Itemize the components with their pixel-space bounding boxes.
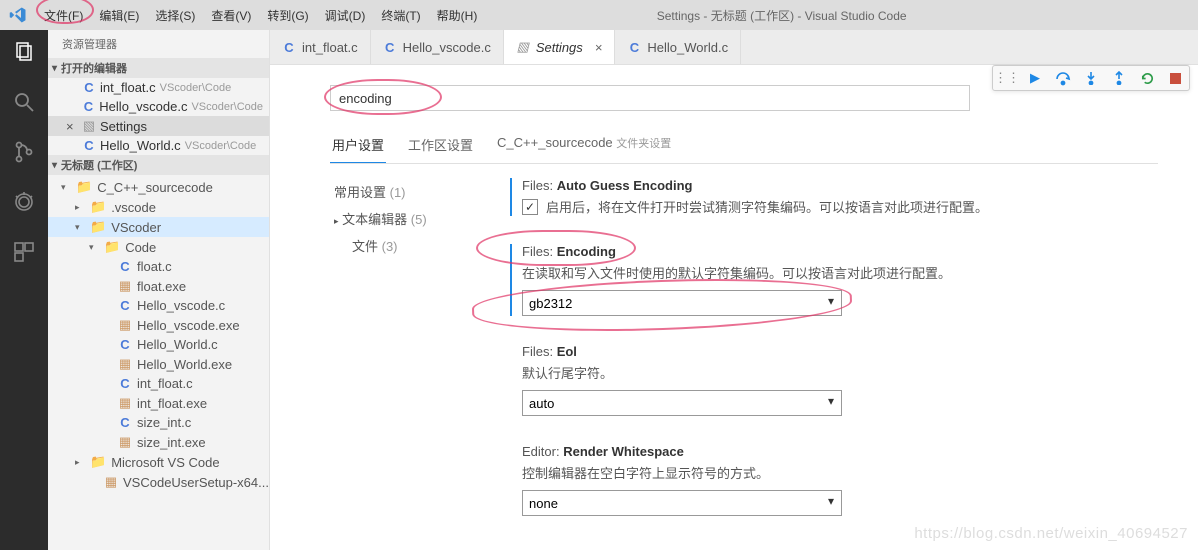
tree-row[interactable]: ▦int_float.exe bbox=[48, 393, 269, 413]
c-file-icon: C bbox=[82, 80, 96, 95]
open-editor-row[interactable]: ×Cint_float.c VScoder\Code bbox=[48, 78, 269, 97]
tree-row[interactable]: ▦Hello_vscode.exe bbox=[48, 315, 269, 335]
debug-icon[interactable] bbox=[10, 188, 38, 216]
search-icon[interactable] bbox=[10, 88, 38, 116]
open-editors-header[interactable]: ▾打开的编辑器 bbox=[48, 58, 269, 78]
folder-icon: 📁 bbox=[76, 179, 92, 195]
editor-tab[interactable]: CHello_vscode.c bbox=[371, 30, 504, 64]
tree-row[interactable]: ▦Hello_World.exe bbox=[48, 354, 269, 374]
editor-tab[interactable]: Cint_float.c bbox=[270, 30, 371, 64]
restart-icon[interactable] bbox=[1139, 70, 1155, 86]
menu-item[interactable]: 文件(F) bbox=[36, 0, 91, 30]
tree-row[interactable]: Cint_float.c bbox=[48, 374, 269, 393]
checkbox[interactable]: ✓ bbox=[522, 199, 538, 215]
stop-icon[interactable] bbox=[1167, 70, 1183, 86]
continue-icon[interactable]: ▶ bbox=[1027, 70, 1043, 86]
exe-file-icon: ▦ bbox=[118, 434, 132, 450]
setting-render-whitespace: Editor: Render Whitespace 控制编辑器在空白字符上显示符… bbox=[510, 444, 1158, 516]
tree-row[interactable]: ▸📁.vscode bbox=[48, 197, 269, 217]
settings-nav-item[interactable]: 常用设置 (1) bbox=[330, 178, 480, 205]
window-title: Settings - 无标题 (工作区) - Visual Studio Cod… bbox=[485, 7, 1078, 24]
tree-row[interactable]: ▾📁VScoder bbox=[48, 217, 269, 237]
editor-tabs: Cint_float.cCHello_vscode.c▧Settings×CHe… bbox=[270, 30, 1198, 65]
close-icon[interactable]: × bbox=[589, 40, 603, 55]
settings-file-icon: ▧ bbox=[516, 39, 530, 55]
folder-icon: 📁 bbox=[104, 239, 120, 255]
editor-area: Cint_float.cCHello_vscode.c▧Settings×CHe… bbox=[270, 30, 1198, 550]
encoding-select[interactable]: gb2312 bbox=[522, 290, 842, 316]
settings-scope-tabs: 用户设置 工作区设置 C_C++_sourcecode 文件夹设置 bbox=[330, 135, 1158, 164]
menu-item[interactable]: 选择(S) bbox=[147, 0, 203, 30]
tree-row[interactable]: ▾📁Code bbox=[48, 237, 269, 257]
exe-file-icon: ▦ bbox=[118, 356, 132, 372]
settings-file-icon: ▧ bbox=[82, 118, 96, 134]
c-file-icon: C bbox=[82, 99, 96, 114]
render-whitespace-select[interactable]: none bbox=[522, 490, 842, 516]
title-bar: 文件(F)编辑(E)选择(S)查看(V)转到(G)调试(D)终端(T)帮助(H)… bbox=[0, 0, 1198, 30]
c-file-icon: C bbox=[118, 337, 132, 352]
tree-row[interactable]: ▸📁Microsoft VS Code bbox=[48, 452, 269, 472]
open-editor-row[interactable]: ×▧Settings bbox=[48, 116, 269, 136]
scope-tab-workspace[interactable]: 工作区设置 bbox=[406, 135, 475, 163]
tree-row[interactable]: ▦VSCodeUserSetup-x64... bbox=[48, 472, 269, 492]
settings-nav-item[interactable]: ▸ 文本编辑器 (5) bbox=[330, 205, 480, 232]
settings-search-input[interactable] bbox=[330, 85, 970, 111]
settings-nav: 常用设置 (1)▸ 文本编辑器 (5)文件 (3) bbox=[330, 178, 480, 544]
menu-item[interactable]: 转到(G) bbox=[259, 0, 316, 30]
scope-tab-folder[interactable]: C_C++_sourcecode 文件夹设置 bbox=[495, 135, 673, 163]
folder-icon: 📁 bbox=[90, 199, 106, 215]
tree-row[interactable]: ▾📁C_C++_sourcecode bbox=[48, 177, 269, 197]
menu-item[interactable]: 编辑(E) bbox=[91, 0, 147, 30]
c-file-icon: C bbox=[118, 259, 132, 274]
setting-encoding: Files: Encoding 在读取和写入文件时使用的默认字符集编码。可以按语… bbox=[510, 244, 1158, 316]
explorer-icon[interactable] bbox=[10, 38, 38, 66]
step-out-icon[interactable] bbox=[1111, 70, 1127, 86]
menu-item[interactable]: 查看(V) bbox=[203, 0, 259, 30]
editor-tab[interactable]: CHello_World.c bbox=[615, 30, 741, 64]
c-file-icon: C bbox=[118, 376, 132, 391]
eol-select[interactable]: auto bbox=[522, 390, 842, 416]
step-into-icon[interactable] bbox=[1083, 70, 1099, 86]
workspace-header[interactable]: ▾无标题 (工作区) bbox=[48, 155, 269, 175]
tree-row[interactable]: ▦size_int.exe bbox=[48, 432, 269, 452]
drag-handle-icon[interactable]: ⋮⋮ bbox=[999, 70, 1015, 86]
activity-bar bbox=[0, 30, 48, 550]
extensions-icon[interactable] bbox=[10, 238, 38, 266]
folder-icon: 📁 bbox=[90, 219, 106, 235]
exe-file-icon: ▦ bbox=[118, 395, 132, 411]
exe-file-icon: ▦ bbox=[104, 474, 118, 490]
open-editor-row[interactable]: ×CHello_World.c VScoder\Code bbox=[48, 136, 269, 155]
menu-item[interactable]: 终端(T) bbox=[373, 0, 428, 30]
c-file-icon: C bbox=[282, 40, 296, 55]
editor-tab[interactable]: ▧Settings× bbox=[504, 30, 616, 64]
c-file-icon: C bbox=[82, 138, 96, 153]
settings-nav-item[interactable]: 文件 (3) bbox=[330, 232, 480, 259]
step-over-icon[interactable] bbox=[1055, 70, 1071, 86]
sidebar-title: 资源管理器 bbox=[48, 30, 269, 58]
settings-content: Files: Auto Guess Encoding ✓ 启用后，将在文件打开时… bbox=[510, 178, 1158, 544]
folder-icon: 📁 bbox=[90, 454, 106, 470]
c-file-icon: C bbox=[627, 40, 641, 55]
close-icon[interactable]: × bbox=[66, 119, 78, 134]
tree-row[interactable]: Csize_int.c bbox=[48, 413, 269, 432]
open-editor-row[interactable]: ×CHello_vscode.c VScoder\Code bbox=[48, 97, 269, 116]
c-file-icon: C bbox=[118, 415, 132, 430]
tree-row[interactable]: CHello_World.c bbox=[48, 335, 269, 354]
source-control-icon[interactable] bbox=[10, 138, 38, 166]
setting-auto-guess-encoding: Files: Auto Guess Encoding ✓ 启用后，将在文件打开时… bbox=[510, 178, 1158, 216]
setting-eol: Files: Eol 默认行尾字符。 auto bbox=[510, 344, 1158, 416]
menu-item[interactable]: 调试(D) bbox=[317, 0, 374, 30]
exe-file-icon: ▦ bbox=[118, 317, 132, 333]
c-file-icon: C bbox=[118, 298, 132, 313]
tree-row[interactable]: Cfloat.c bbox=[48, 257, 269, 276]
menu-item[interactable]: 帮助(H) bbox=[429, 0, 486, 30]
c-file-icon: C bbox=[383, 40, 397, 55]
tree-row[interactable]: CHello_vscode.c bbox=[48, 296, 269, 315]
tree-row[interactable]: ▦float.exe bbox=[48, 276, 269, 296]
vscode-icon bbox=[0, 6, 36, 24]
scope-tab-user[interactable]: 用户设置 bbox=[330, 135, 386, 163]
sidebar: 资源管理器 ▾打开的编辑器 ×Cint_float.c VScoder\Code… bbox=[48, 30, 270, 550]
exe-file-icon: ▦ bbox=[118, 278, 132, 294]
